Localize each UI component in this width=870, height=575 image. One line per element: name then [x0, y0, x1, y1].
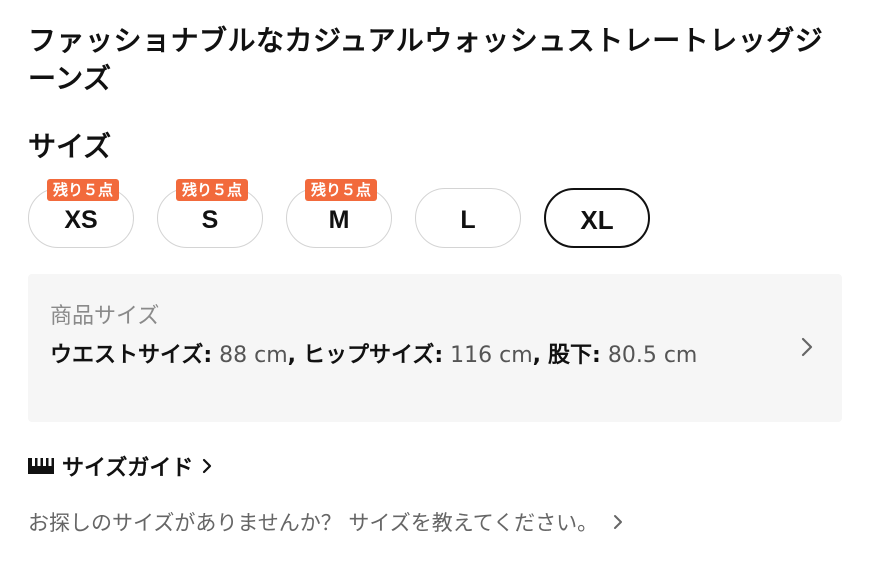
- size-request-text: お探しのサイズがありませんか？ サイズを教えてください。: [28, 511, 599, 535]
- chevron-right-icon: [800, 336, 814, 358]
- measurements-heading: 商品サイズ: [50, 304, 160, 329]
- size-option-label: M: [328, 205, 350, 234]
- hip-value: 116 cm: [450, 343, 533, 368]
- waist-label: ウエストサイズ:: [50, 343, 213, 368]
- size-option-xl[interactable]: XL: [544, 188, 650, 248]
- size-request-link[interactable]: お探しのサイズがありませんか？ サイズを教えてください。: [28, 506, 624, 538]
- inseam-label: 股下:: [548, 343, 601, 368]
- ruler-icon: [28, 458, 54, 474]
- size-section-label: サイズ: [28, 130, 112, 163]
- product-title: ファッショナブルなカジュアルウォッシュストレートレッグジーンズ: [28, 24, 824, 95]
- size-option-label: L: [460, 205, 476, 234]
- size-option-l[interactable]: L: [415, 188, 521, 248]
- product-measurements[interactable]: 商品サイズ ウエストサイズ: 88 cm, ヒップサイズ: 116 cm, 股下…: [28, 274, 842, 422]
- size-guide-label: サイズガイド: [62, 456, 194, 481]
- separator: ,: [532, 343, 542, 368]
- size-option-label: XL: [580, 204, 614, 235]
- size-option-xs[interactable]: 残り５点 XS: [28, 179, 134, 248]
- size-option-label: XS: [64, 205, 98, 234]
- waist-value: 88 cm: [219, 343, 288, 368]
- chevron-right-icon: [201, 457, 213, 475]
- inseam-value: 80.5 cm: [607, 343, 698, 368]
- hip-label: ヒップサイズ:: [303, 343, 444, 368]
- separator: ,: [287, 343, 297, 368]
- size-option-m[interactable]: 残り５点 M: [286, 179, 392, 248]
- chevron-right-icon: [612, 513, 624, 531]
- size-option-s[interactable]: 残り５点 S: [157, 179, 263, 248]
- size-option-label: S: [201, 205, 219, 234]
- measurements-text: ウエストサイズ: 88 cm, ヒップサイズ: 116 cm, 股下: 80.5…: [50, 340, 770, 372]
- size-guide-link[interactable]: サイズガイド: [28, 450, 213, 482]
